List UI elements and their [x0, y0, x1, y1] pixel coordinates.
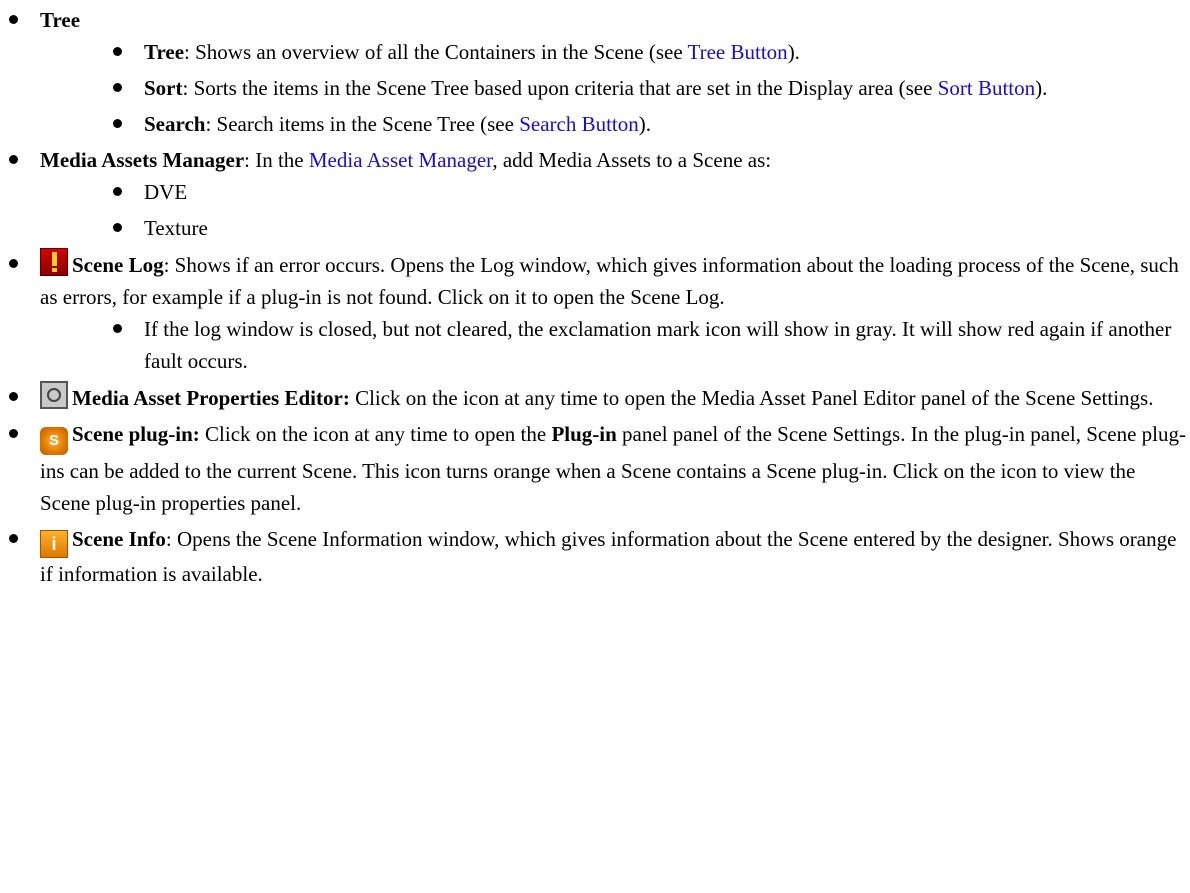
bullet-icon [113, 187, 122, 196]
item-label: Tree [40, 8, 81, 32]
list-item-tree-sort: Sort: Sorts the items in the Scene Tree … [40, 72, 1190, 104]
tree-sublist: Tree: Shows an overview of all the Conta… [40, 36, 1190, 140]
item-text: , add Media Assets to a Scene as: [492, 148, 772, 172]
media-sublist: DVE Texture [40, 176, 1190, 244]
item-text: : In the [244, 148, 309, 172]
list-item-log-note: If the log window is closed, but not cle… [40, 313, 1190, 377]
item-label: Media Assets Manager [40, 148, 245, 172]
info-icon[interactable]: i [40, 530, 68, 558]
bullet-icon [9, 155, 18, 164]
list-item-dve: DVE [40, 176, 1190, 208]
sort-button-link[interactable]: Sort Button [938, 76, 1035, 100]
item-text: Click on the icon at any time to open th… [199, 422, 552, 446]
item-text: Texture [144, 216, 208, 240]
item-text: Click on the icon at any time to open th… [349, 386, 1154, 410]
list-item-scene-plugin: S Scene plug-in: Click on the icon at any… [0, 418, 1190, 519]
item-label: Scene Log [72, 253, 164, 277]
document-body: Tree Tree: Shows an overview of all the … [0, 0, 1190, 590]
item-label: Scene plug-in: [72, 422, 200, 446]
item-text: : Sorts the items in the Scene Tree base… [182, 76, 938, 100]
item-text: : Shows an overview of all the Container… [184, 40, 688, 64]
list-item-tree: Tree Tree: Shows an overview of all the … [0, 4, 1190, 140]
item-text: ). [1035, 76, 1048, 100]
bullet-icon [9, 15, 18, 24]
search-button-link[interactable]: Search Button [519, 112, 639, 136]
list-item-texture: Texture [40, 212, 1190, 244]
plugin-label: Plug-in [551, 422, 617, 446]
item-label: Scene Info [72, 527, 166, 551]
bullet-icon [9, 429, 18, 438]
bullet-icon [113, 324, 122, 333]
item-label: Search [144, 112, 206, 136]
bullet-icon [113, 47, 122, 56]
list-item-tree-tree: Tree: Shows an overview of all the Conta… [40, 36, 1190, 68]
scene-plugin-icon[interactable]: S [40, 427, 68, 455]
item-text: If the log window is closed, but not cle… [144, 317, 1172, 373]
bullet-icon [9, 259, 18, 268]
item-text: ). [638, 112, 652, 136]
tree-button-link[interactable]: Tree Button [688, 40, 788, 64]
item-text: : Search items in the Scene Tree (see [205, 112, 520, 136]
list-item-scene-log: Scene Log: Shows if an error occurs. Ope… [0, 248, 1190, 377]
list-item-media-asset-properties-editor: Media Asset Properties Editor: Click on … [0, 381, 1190, 414]
media-asset-properties-icon[interactable] [40, 381, 68, 409]
bullet-icon [9, 392, 18, 401]
list-item-media-assets-manager: Media Assets Manager: In the Media Asset… [0, 144, 1190, 244]
exclamation-icon[interactable] [40, 248, 68, 276]
bullet-icon [113, 223, 122, 232]
item-text: : Opens the Scene Information window, wh… [40, 527, 1177, 586]
main-list: Tree Tree: Shows an overview of all the … [0, 4, 1190, 590]
list-item-scene-info: i Scene Info: Opens the Scene Information… [0, 523, 1190, 590]
bullet-icon [9, 534, 18, 543]
item-label: Tree [144, 40, 185, 64]
item-label: Media Asset Properties Editor: [72, 386, 350, 410]
item-text: : Shows if an error occurs. Opens the Lo… [40, 253, 1179, 309]
list-item-tree-search: Search: Search items in the Scene Tree (… [40, 108, 1190, 140]
scene-log-sublist: If the log window is closed, but not cle… [40, 313, 1190, 377]
bullet-icon [113, 83, 122, 92]
bullet-icon [113, 119, 122, 128]
item-label: Sort [144, 76, 183, 100]
item-text: DVE [144, 180, 188, 204]
item-text: ). [787, 40, 800, 64]
media-asset-manager-link[interactable]: Media Asset Manager [309, 148, 492, 172]
